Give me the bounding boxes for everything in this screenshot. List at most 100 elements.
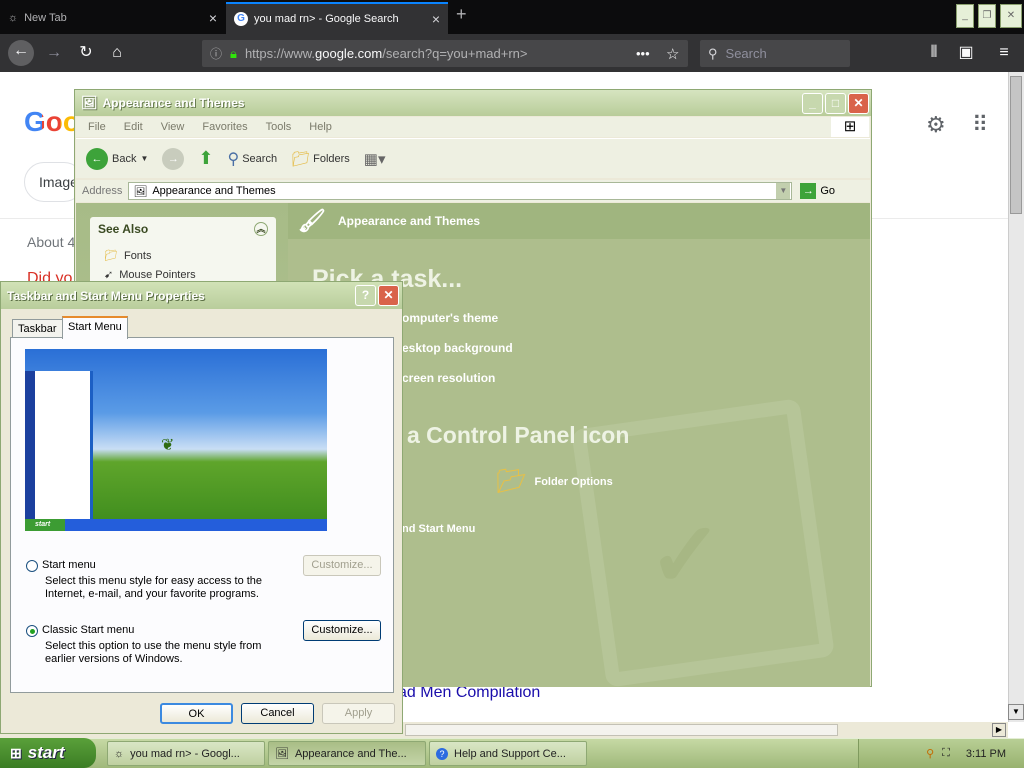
mouse-pointer-icon: ➹ bbox=[104, 269, 114, 281]
search-button[interactable]: ⚲ Search bbox=[227, 149, 277, 169]
lock-icon: 🔒︎ bbox=[230, 45, 237, 61]
forward-arrow-icon[interactable]: → bbox=[42, 42, 66, 64]
menu-view[interactable]: View bbox=[161, 121, 185, 133]
browser-tab-new-tab[interactable]: ☼ New Tab × bbox=[0, 2, 225, 34]
bookmark-star-icon[interactable]: ☆ bbox=[666, 45, 679, 63]
windows-flag-icon: ⊞ bbox=[10, 744, 22, 761]
minimize-window-button[interactable]: _ bbox=[956, 4, 974, 28]
customize-classic-button[interactable]: Customize... bbox=[303, 620, 381, 641]
help-button[interactable]: ? bbox=[355, 285, 376, 306]
start-button[interactable]: ⊞ start bbox=[0, 738, 96, 768]
task-change-background[interactable]: esktop background bbox=[402, 341, 513, 355]
taskbar-item-help[interactable]: ? Help and Support Ce... bbox=[429, 741, 587, 766]
apply-button[interactable]: Apply bbox=[322, 703, 395, 724]
hamburger-menu-icon[interactable]: ≡ bbox=[992, 42, 1016, 64]
taskbar-item-explorer[interactable]: 🖼︎ Appearance and The... bbox=[268, 741, 426, 766]
folders-button[interactable]: 📁︎ Folders bbox=[291, 150, 350, 168]
tab-taskbar[interactable]: Taskbar bbox=[12, 319, 63, 339]
page-actions-icon[interactable]: ••• bbox=[636, 46, 650, 61]
scroll-down-arrow-icon[interactable]: ▼ bbox=[1008, 704, 1024, 720]
views-icon[interactable]: ▦▾ bbox=[364, 150, 386, 168]
magnifier-icon: ⚲ bbox=[227, 150, 240, 168]
go-button[interactable]: → Go bbox=[800, 183, 835, 199]
fonts-folder-icon: 📁︎ bbox=[104, 250, 118, 262]
start-menu-desc-line1: Select this menu style for easy access t… bbox=[45, 575, 263, 587]
clock[interactable]: 3:11 PM bbox=[966, 748, 1006, 760]
close-window-button[interactable]: ✕ bbox=[1000, 4, 1022, 28]
maximize-window-button[interactable]: ❐ bbox=[978, 4, 996, 28]
library-icon[interactable]: ⫴ bbox=[922, 42, 946, 64]
classic-desc-line2: earlier versions of Windows. bbox=[45, 653, 183, 665]
classic-start-menu-radio[interactable] bbox=[26, 625, 38, 637]
see-also-item-mouse-pointers[interactable]: ➹ Mouse Pointers bbox=[90, 262, 276, 282]
close-tab-icon[interactable]: × bbox=[432, 11, 440, 27]
preview-classic-strip bbox=[25, 371, 35, 519]
see-also-item-fonts[interactable]: 📁︎ Fonts bbox=[90, 241, 276, 263]
explorer-titlebar[interactable]: 🖼︎ Appearance and Themes bbox=[75, 90, 871, 116]
see-also-header[interactable]: See Also ︽ bbox=[90, 217, 276, 241]
taskbar-properties-dialog[interactable]: Taskbar and Start Menu Properties ? ✕ Ta… bbox=[0, 281, 403, 734]
taskbar-start-menu-item[interactable]: nd Start Menu bbox=[402, 523, 475, 535]
scroll-right-arrow-icon[interactable]: ▶ bbox=[992, 723, 1006, 737]
menu-edit[interactable]: Edit bbox=[124, 121, 143, 133]
start-menu-preview-image: start ❦ bbox=[25, 349, 327, 531]
ok-button[interactable]: OK bbox=[160, 703, 233, 724]
browser-tab-google-search[interactable]: G you mad rn> - Google Search × bbox=[226, 2, 448, 34]
new-tab-button[interactable]: + bbox=[456, 4, 467, 25]
firefox-icon: ☼ bbox=[114, 747, 125, 760]
windows-logo-icon: ⊞ bbox=[831, 117, 869, 137]
url-bar[interactable]: ⓘ 🔒︎ https://www. google.com/search?q=you… bbox=[202, 40, 688, 67]
preview-start-menu-panel bbox=[25, 371, 93, 519]
customize-start-menu-button[interactable]: Customize... bbox=[303, 555, 381, 576]
address-label: Address bbox=[82, 185, 123, 197]
scrollbar-thumb[interactable] bbox=[1010, 76, 1022, 214]
menu-file[interactable]: File bbox=[88, 121, 106, 133]
network-tray-icon[interactable]: ⛶ bbox=[942, 747, 950, 760]
task-change-theme[interactable]: omputer's theme bbox=[402, 311, 498, 325]
folder-options-item[interactable]: 📂︎ Folder Options bbox=[496, 467, 613, 496]
taskbar-item-firefox[interactable]: ☼ you mad rn> - Googl... bbox=[107, 741, 265, 766]
close-tab-icon[interactable]: × bbox=[209, 10, 217, 26]
back-arrow-icon[interactable]: ← bbox=[8, 40, 34, 66]
address-field[interactable]: 🖼︎ Appearance and Themes bbox=[128, 182, 793, 200]
folder-options-icon: 📂︎ bbox=[496, 468, 527, 495]
maximize-button[interactable]: □ bbox=[825, 93, 846, 114]
dialog-titlebar[interactable]: Taskbar and Start Menu Properties bbox=[1, 282, 402, 309]
dropdown-arrow-icon[interactable]: ▼ bbox=[140, 154, 148, 163]
pick-icon-heading: a Control Panel icon bbox=[407, 422, 630, 448]
cancel-button[interactable]: Cancel bbox=[241, 703, 314, 724]
info-icon[interactable]: ⓘ bbox=[210, 45, 222, 62]
back-button[interactable]: ← Back ▼ bbox=[86, 147, 148, 170]
tab-label: New Tab bbox=[24, 12, 67, 24]
horizontal-scrollbar-thumb[interactable] bbox=[405, 724, 838, 736]
google-favicon-icon: G bbox=[234, 12, 248, 26]
menu-favorites[interactable]: Favorites bbox=[202, 121, 247, 133]
browser-search-field[interactable]: ⚲ Search bbox=[700, 40, 850, 67]
dialog-title: Taskbar and Start Menu Properties bbox=[7, 288, 205, 303]
reload-icon[interactable]: ↻ bbox=[74, 42, 98, 64]
window-folder-icon: 🖼︎ bbox=[81, 95, 98, 110]
menu-help[interactable]: Help bbox=[309, 121, 332, 133]
preview-start-button: start bbox=[25, 519, 65, 531]
menu-tools[interactable]: Tools bbox=[266, 121, 292, 133]
start-menu-label[interactable]: Start menu bbox=[42, 559, 96, 571]
address-dropdown-icon[interactable]: ▼ bbox=[776, 183, 791, 199]
close-button[interactable]: ✕ bbox=[378, 285, 399, 306]
search-tray-icon[interactable]: ⚲ bbox=[926, 747, 934, 760]
minimize-button[interactable]: _ bbox=[802, 93, 823, 114]
up-folder-icon[interactable]: ⬆ bbox=[198, 148, 213, 169]
apps-grid-icon[interactable]: ⠿ bbox=[972, 112, 988, 138]
tab-start-menu[interactable]: Start Menu bbox=[62, 316, 128, 339]
classic-start-menu-label[interactable]: Classic Start menu bbox=[42, 624, 134, 636]
sidebar-icon[interactable]: ▣ bbox=[954, 42, 978, 64]
collapse-chevron-icon[interactable]: ︽ bbox=[254, 222, 268, 236]
address-bar: Address 🖼︎ Appearance and Themes ▼ → Go bbox=[76, 180, 870, 202]
url-path: /search?q=you+mad+rn> bbox=[382, 46, 528, 61]
start-menu-radio[interactable] bbox=[26, 560, 38, 572]
settings-gear-icon[interactable]: ⚙ bbox=[926, 112, 946, 138]
task-change-resolution[interactable]: creen resolution bbox=[402, 371, 495, 385]
forward-arrow-icon[interactable]: → bbox=[162, 147, 185, 170]
home-icon[interactable]: ⌂ bbox=[105, 42, 129, 64]
close-button[interactable]: ✕ bbox=[848, 93, 869, 114]
start-menu-tab-panel: start ❦ Start menu Select this menu styl… bbox=[10, 337, 394, 693]
